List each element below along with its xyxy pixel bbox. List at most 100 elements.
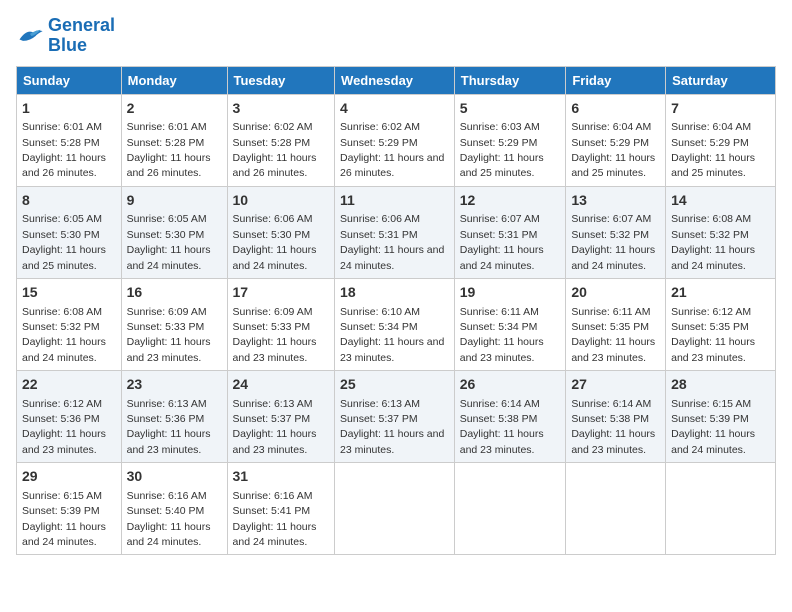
calendar-cell: 5 Sunrise: 6:03 AM Sunset: 5:29 PM Dayli… bbox=[454, 94, 566, 186]
col-header-saturday: Saturday bbox=[666, 66, 776, 94]
day-number: 24 bbox=[233, 375, 330, 395]
daylight-info: Daylight: 11 hours and 23 minutes. bbox=[127, 428, 211, 455]
header: General Blue bbox=[16, 16, 776, 56]
sunset-info: Sunset: 5:36 PM bbox=[22, 413, 100, 425]
sunrise-info: Sunrise: 6:04 AM bbox=[571, 121, 651, 133]
sunrise-info: Sunrise: 6:16 AM bbox=[233, 490, 313, 502]
day-number: 14 bbox=[671, 191, 770, 211]
calendar-cell: 10 Sunrise: 6:06 AM Sunset: 5:30 PM Dayl… bbox=[227, 186, 335, 278]
day-number: 15 bbox=[22, 283, 116, 303]
day-number: 21 bbox=[671, 283, 770, 303]
sunrise-info: Sunrise: 6:08 AM bbox=[671, 213, 751, 225]
sunset-info: Sunset: 5:31 PM bbox=[340, 229, 418, 241]
daylight-info: Daylight: 11 hours and 23 minutes. bbox=[571, 336, 655, 363]
sunrise-info: Sunrise: 6:10 AM bbox=[340, 306, 420, 318]
sunrise-info: Sunrise: 6:13 AM bbox=[127, 398, 207, 410]
sunset-info: Sunset: 5:30 PM bbox=[22, 229, 100, 241]
day-number: 7 bbox=[671, 99, 770, 119]
calendar-cell: 7 Sunrise: 6:04 AM Sunset: 5:29 PM Dayli… bbox=[666, 94, 776, 186]
daylight-info: Daylight: 11 hours and 24 minutes. bbox=[460, 244, 544, 271]
day-number: 11 bbox=[340, 191, 449, 211]
daylight-info: Daylight: 11 hours and 23 minutes. bbox=[571, 428, 655, 455]
day-number: 18 bbox=[340, 283, 449, 303]
daylight-info: Daylight: 11 hours and 24 minutes. bbox=[671, 428, 755, 455]
calendar-cell: 27 Sunrise: 6:14 AM Sunset: 5:38 PM Dayl… bbox=[566, 371, 666, 463]
calendar-cell: 3 Sunrise: 6:02 AM Sunset: 5:28 PM Dayli… bbox=[227, 94, 335, 186]
sunset-info: Sunset: 5:38 PM bbox=[460, 413, 538, 425]
sunset-info: Sunset: 5:39 PM bbox=[22, 505, 100, 517]
sunrise-info: Sunrise: 6:06 AM bbox=[233, 213, 313, 225]
day-number: 23 bbox=[127, 375, 222, 395]
calendar-cell: 6 Sunrise: 6:04 AM Sunset: 5:29 PM Dayli… bbox=[566, 94, 666, 186]
daylight-info: Daylight: 11 hours and 23 minutes. bbox=[127, 336, 211, 363]
sunrise-info: Sunrise: 6:13 AM bbox=[340, 398, 420, 410]
sunset-info: Sunset: 5:32 PM bbox=[571, 229, 649, 241]
daylight-info: Daylight: 11 hours and 26 minutes. bbox=[22, 152, 106, 179]
day-number: 3 bbox=[233, 99, 330, 119]
sunset-info: Sunset: 5:29 PM bbox=[571, 137, 649, 149]
calendar-cell: 1 Sunrise: 6:01 AM Sunset: 5:28 PM Dayli… bbox=[17, 94, 122, 186]
calendar-cell: 22 Sunrise: 6:12 AM Sunset: 5:36 PM Dayl… bbox=[17, 371, 122, 463]
sunrise-info: Sunrise: 6:15 AM bbox=[671, 398, 751, 410]
daylight-info: Daylight: 11 hours and 24 minutes. bbox=[22, 336, 106, 363]
calendar-cell bbox=[454, 463, 566, 555]
col-header-friday: Friday bbox=[566, 66, 666, 94]
daylight-info: Daylight: 11 hours and 24 minutes. bbox=[22, 521, 106, 548]
sunrise-info: Sunrise: 6:16 AM bbox=[127, 490, 207, 502]
sunrise-info: Sunrise: 6:01 AM bbox=[127, 121, 207, 133]
sunrise-info: Sunrise: 6:09 AM bbox=[127, 306, 207, 318]
day-number: 31 bbox=[233, 467, 330, 487]
calendar-cell bbox=[666, 463, 776, 555]
sunrise-info: Sunrise: 6:11 AM bbox=[460, 306, 539, 318]
calendar-cell: 2 Sunrise: 6:01 AM Sunset: 5:28 PM Dayli… bbox=[121, 94, 227, 186]
calendar-cell: 26 Sunrise: 6:14 AM Sunset: 5:38 PM Dayl… bbox=[454, 371, 566, 463]
calendar-cell: 16 Sunrise: 6:09 AM Sunset: 5:33 PM Dayl… bbox=[121, 278, 227, 370]
sunset-info: Sunset: 5:29 PM bbox=[671, 137, 749, 149]
daylight-info: Daylight: 11 hours and 23 minutes. bbox=[22, 428, 106, 455]
daylight-info: Daylight: 11 hours and 25 minutes. bbox=[22, 244, 106, 271]
sunrise-info: Sunrise: 6:12 AM bbox=[671, 306, 751, 318]
logo-subtext: Blue bbox=[48, 36, 115, 56]
sunrise-info: Sunrise: 6:12 AM bbox=[22, 398, 102, 410]
calendar-cell bbox=[335, 463, 455, 555]
sunrise-info: Sunrise: 6:13 AM bbox=[233, 398, 313, 410]
daylight-info: Daylight: 11 hours and 25 minutes. bbox=[460, 152, 544, 179]
daylight-info: Daylight: 11 hours and 23 minutes. bbox=[340, 428, 444, 455]
calendar-week-row: 22 Sunrise: 6:12 AM Sunset: 5:36 PM Dayl… bbox=[17, 371, 776, 463]
day-number: 17 bbox=[233, 283, 330, 303]
day-number: 10 bbox=[233, 191, 330, 211]
calendar-header-row: SundayMondayTuesdayWednesdayThursdayFrid… bbox=[17, 66, 776, 94]
day-number: 20 bbox=[571, 283, 660, 303]
calendar-cell: 20 Sunrise: 6:11 AM Sunset: 5:35 PM Dayl… bbox=[566, 278, 666, 370]
sunset-info: Sunset: 5:28 PM bbox=[127, 137, 205, 149]
sunset-info: Sunset: 5:29 PM bbox=[340, 137, 418, 149]
day-number: 26 bbox=[460, 375, 561, 395]
sunset-info: Sunset: 5:29 PM bbox=[460, 137, 538, 149]
sunrise-info: Sunrise: 6:14 AM bbox=[460, 398, 540, 410]
logo: General Blue bbox=[16, 16, 115, 56]
sunrise-info: Sunrise: 6:04 AM bbox=[671, 121, 751, 133]
sunrise-info: Sunrise: 6:01 AM bbox=[22, 121, 102, 133]
sunset-info: Sunset: 5:28 PM bbox=[233, 137, 311, 149]
day-number: 13 bbox=[571, 191, 660, 211]
sunset-info: Sunset: 5:32 PM bbox=[671, 229, 749, 241]
sunrise-info: Sunrise: 6:05 AM bbox=[22, 213, 102, 225]
daylight-info: Daylight: 11 hours and 25 minutes. bbox=[571, 152, 655, 179]
daylight-info: Daylight: 11 hours and 23 minutes. bbox=[233, 336, 317, 363]
sunset-info: Sunset: 5:35 PM bbox=[671, 321, 749, 333]
calendar-week-row: 15 Sunrise: 6:08 AM Sunset: 5:32 PM Dayl… bbox=[17, 278, 776, 370]
daylight-info: Daylight: 11 hours and 24 minutes. bbox=[233, 244, 317, 271]
day-number: 19 bbox=[460, 283, 561, 303]
sunrise-info: Sunrise: 6:06 AM bbox=[340, 213, 420, 225]
calendar-cell: 30 Sunrise: 6:16 AM Sunset: 5:40 PM Dayl… bbox=[121, 463, 227, 555]
col-header-thursday: Thursday bbox=[454, 66, 566, 94]
day-number: 27 bbox=[571, 375, 660, 395]
day-number: 8 bbox=[22, 191, 116, 211]
calendar-cell: 28 Sunrise: 6:15 AM Sunset: 5:39 PM Dayl… bbox=[666, 371, 776, 463]
sunset-info: Sunset: 5:28 PM bbox=[22, 137, 100, 149]
sunrise-info: Sunrise: 6:02 AM bbox=[233, 121, 313, 133]
sunrise-info: Sunrise: 6:08 AM bbox=[22, 306, 102, 318]
day-number: 6 bbox=[571, 99, 660, 119]
day-number: 22 bbox=[22, 375, 116, 395]
calendar-cell bbox=[566, 463, 666, 555]
